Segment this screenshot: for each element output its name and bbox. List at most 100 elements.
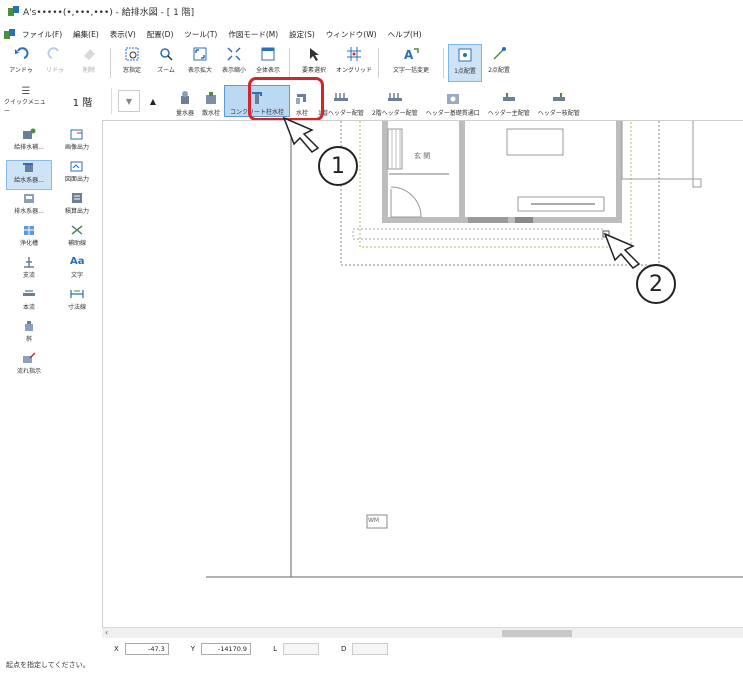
room-label: 玄 関 [414,152,431,160]
length-value [282,643,319,655]
lp-drawing-output[interactable]: 図面出力 [54,160,100,190]
drawing-canvas[interactable]: 玄 関 WM [102,120,743,628]
text-icon: Aa [70,256,85,267]
menu-mode[interactable]: 作図モード(M) [224,29,282,40]
svg-text:A: A [404,48,414,62]
sprinkler-tap-icon [203,90,219,106]
lp-aux-line[interactable]: 補助線 [54,224,100,254]
lp-estimate-output-label: 積算出力 [64,208,89,215]
header-main-pipe-label: ヘッダー主配管 [487,110,530,117]
menu-edit[interactable]: 編集(E) [69,29,103,40]
horizontal-scrollbar[interactable]: ‹ [102,627,743,638]
lp-septic-tank[interactable]: 浄化槽 [6,224,52,254]
quick-menu-button[interactable]: ☰ クイックメニュー [4,86,48,116]
redo-button[interactable]: リドゥ [38,44,72,82]
floor-dropdown-button[interactable]: ▼ [118,90,140,112]
lp-text[interactable]: Aa 文字 [54,256,100,286]
header-penetration-button[interactable]: ヘッダー基礎貫通口 [422,85,484,117]
catch-basin-icon [22,320,36,332]
one-point-place-label: 1点配置 [454,68,476,75]
menu-help[interactable]: ヘルプ(H) [384,29,426,40]
on-grid-icon [346,46,362,62]
text-change-label: 文字一括変更 [392,67,429,74]
menu-tools[interactable]: ツール(T) [180,29,221,40]
length-label: L [273,645,277,653]
header-branch-pipe-icon [551,90,567,106]
menu-settings[interactable]: 設定(S) [285,29,319,40]
header-branch-pipe-button[interactable]: ヘッダー枝配管 [534,85,584,117]
lp-branch-flow[interactable]: 支流 [6,256,52,286]
zoom-out-button[interactable]: 表示縮小 [217,44,251,82]
header-main-pipe-icon [501,90,517,106]
menu-view[interactable]: 表示(V) [106,29,140,40]
lp-catch-basin-label: 桝 [25,336,32,343]
text-change-button[interactable]: A 文字一括変更 [383,44,439,82]
equipment-toolbar: ☰ クイックメニュー 1 階 ▼ ▲ 量水器 散水栓 コンクリート柱水栓 水栓 … [4,84,743,118]
floor-plan-drawing [206,121,743,578]
header-main-pipe-button[interactable]: ヘッダー主配管 [484,85,534,117]
callout-one-number: 1 [331,153,345,179]
main-flow-icon [22,288,36,300]
one-point-icon [457,47,473,63]
delete-button[interactable]: 削除 [72,44,106,82]
lp-text-label: 文字 [70,272,83,279]
main-toolbar: アンドゥ リドゥ 削除 窓指定 ズーム 表示拡大 表示縮小 全体表示 要素選択 … [4,44,743,82]
callout-two-number: 2 [649,271,663,297]
menu-place[interactable]: 配置(D) [143,29,178,40]
status-bar: X -47.3 Y -14170.9 L D [102,640,743,658]
lp-drainage[interactable]: 排水系器... [6,192,52,222]
distance-label: D [340,645,347,653]
select-icon [306,46,322,62]
toolbar-divider [443,48,444,78]
sprinkler-tap-button[interactable]: 散水栓 [198,85,224,117]
menu-window[interactable]: ウィンドウ(W) [322,29,381,40]
zoom-out-label: 表示縮小 [221,67,246,74]
on-grid-button[interactable]: オングリッド [334,44,374,82]
zoom-in-icon [192,46,208,62]
left-panel: 給排水補... 画像出力 給水系器... 図面出力 排水系器... 積算出力 浄… [4,120,102,638]
washing-machine-label: WM [368,517,380,524]
zoom-in-button[interactable]: 表示拡大 [183,44,217,82]
callout-one: 1 [318,146,358,186]
scroll-left-icon[interactable]: ‹ [105,628,108,637]
undo-button[interactable]: アンドゥ [4,44,38,82]
one-point-place-button[interactable]: 1点配置 [448,44,482,82]
menu-file[interactable]: ファイル(F) [18,29,66,40]
on-grid-label: オングリッド [335,67,372,74]
lp-flow-direction[interactable]: 流れ指示 [6,352,52,382]
window-select-button[interactable]: 窓指定 [115,44,149,82]
header-2f-button[interactable]: 2階ヘッダー配管 [368,85,422,117]
undo-label: アンドゥ [9,67,33,74]
scroll-thumb[interactable] [502,630,572,637]
floor-up-button[interactable]: ▲ [142,90,164,112]
lp-image-output-label: 画像出力 [64,144,89,151]
lp-estimate-output[interactable]: 積算出力 [54,192,100,222]
quick-menu-label: クイックメニュー [4,99,46,115]
header-penetration-label: ヘッダー基礎貫通口 [425,110,480,117]
lp-branch-flow-label: 支流 [22,272,35,279]
lp-catch-basin[interactable]: 桝 [6,320,52,350]
header-2f-label: 2階ヘッダー配管 [371,110,418,117]
water-meter-button[interactable]: 量水器 [172,85,198,117]
plumbing-aux-icon [22,128,36,140]
image-output-icon [70,128,84,140]
two-point-place-button[interactable]: 2点配置 [482,44,516,82]
x-coord-value: -47.3 [124,643,169,655]
fit-view-label: 全体表示 [255,67,280,74]
lp-plumbing-aux[interactable]: 給排水補... [6,128,52,158]
header-2f-icon [387,90,403,106]
lp-image-output[interactable]: 画像出力 [54,128,100,158]
select-element-label: 要素選択 [301,67,326,74]
zoom-icon [158,46,174,62]
triangle-up-icon: ▲ [149,96,157,106]
lp-septic-tank-label: 浄化槽 [19,240,38,247]
title-bar: A's•••••(•,•••,•••) - 給排水図 - [ 1 階] [0,0,743,22]
menu-app-icon[interactable] [4,28,15,40]
lp-dimension[interactable]: 寸法線 [54,288,100,318]
zoom-button[interactable]: ズーム [149,44,183,82]
redo-icon [47,46,63,62]
delete-label: 削除 [82,67,95,74]
lp-main-flow[interactable]: 本流 [6,288,52,318]
menu-bar: ファイル(F) 編集(E) 表示(V) 配置(D) ツール(T) 作図モード(M… [0,26,743,42]
lp-water-supply[interactable]: 給水系器... [6,160,52,190]
